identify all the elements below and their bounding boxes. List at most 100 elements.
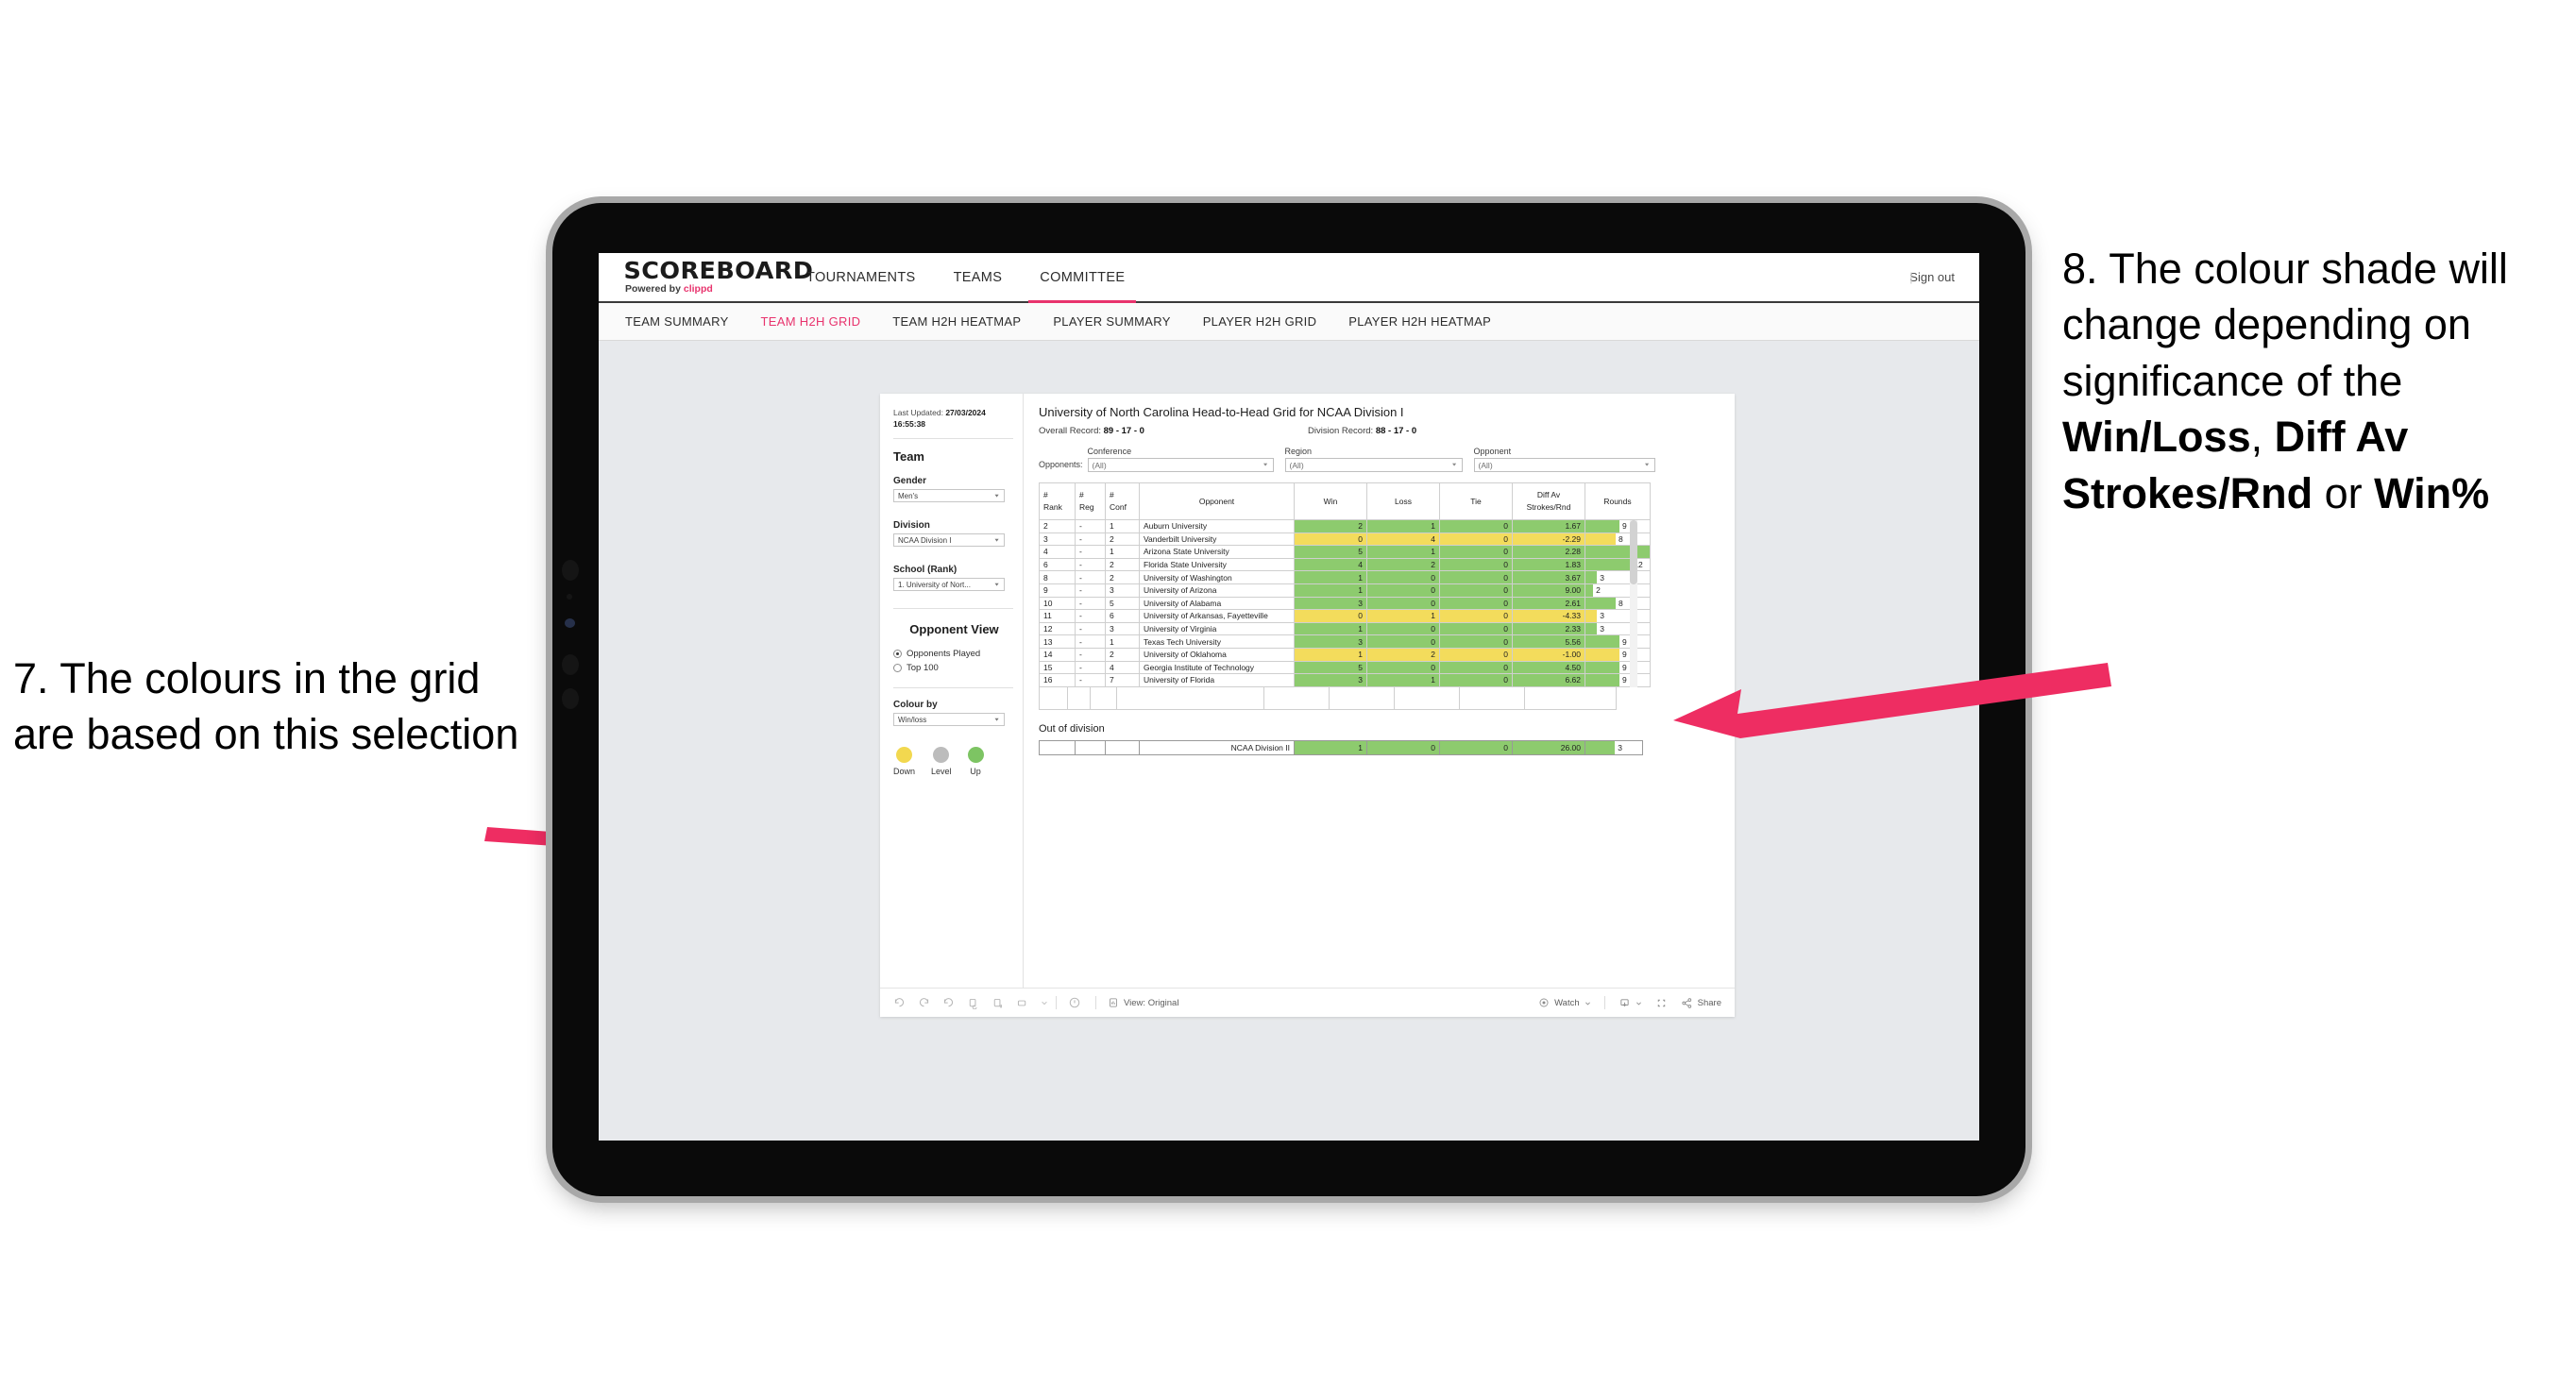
pause-icon[interactable] <box>991 997 1004 1009</box>
rounds-bar <box>1585 674 1620 686</box>
table-row[interactable]: 14-2 University of Oklahoma 1 2 0 -1.00 9 <box>1039 647 1651 662</box>
cell-rounds: 9 <box>1585 634 1651 649</box>
cell-diff: 3.67 <box>1512 570 1585 584</box>
tab-team-h2h-grid[interactable]: TEAM H2H GRID <box>761 314 861 329</box>
division-select[interactable]: NCAA Division I ▼ <box>893 533 1005 548</box>
nav-item-tournaments[interactable]: TOURNAMENTS <box>806 253 916 301</box>
cell-rounds: 17 <box>1585 545 1651 559</box>
download-icon <box>1620 998 1629 1006</box>
opponents-label: Opponents: <box>1039 460 1083 469</box>
cell-rounds: 9 <box>1585 673 1651 687</box>
scoreboard-logo[interactable]: SCOREBOARD Powered by clippd <box>623 259 812 296</box>
dashboard-sheet: Last Updated: 27/03/2024 16:55:38 Team G… <box>880 394 1735 1017</box>
watch-button[interactable]: Watch <box>1538 997 1591 1008</box>
table-row[interactable]: 16-7 University of Florida 3 1 0 6.62 9 <box>1039 673 1651 687</box>
school-rank-label: School (Rank) <box>893 565 958 576</box>
colour-by-select[interactable]: Win/loss ▼ <box>893 713 1005 727</box>
cell-diff: 2.33 <box>1512 621 1585 636</box>
device-layout-icon[interactable] <box>1016 997 1028 1009</box>
revert-icon[interactable] <box>942 997 955 1009</box>
divider <box>1603 996 1605 1009</box>
col-header-rank: # Rank <box>1039 482 1076 520</box>
table-header-row: # Rank # Reg # Conf Opponent Win Loss Ti… <box>1039 482 1651 520</box>
cell-rank: 11 <box>1039 609 1076 623</box>
cell-rounds: 9 <box>1585 660 1651 675</box>
cell-diff: 1.67 <box>1512 519 1585 533</box>
legend-label: Down <box>893 767 916 777</box>
cell-diff: 5.56 <box>1512 634 1585 649</box>
sign-out-area[interactable]: | Sign out <box>1909 270 1955 284</box>
tab-player-h2h-heatmap[interactable]: PLAYER H2H HEATMAP <box>1348 314 1491 329</box>
undo-icon[interactable] <box>893 997 906 1009</box>
table-row[interactable]: 11-6 University of Arkansas, Fayetteville… <box>1039 609 1651 623</box>
clippd-brand: clippd <box>683 283 713 296</box>
cell-rounds: 8 <box>1585 596 1651 611</box>
cell-tie: 0 <box>1439 634 1513 649</box>
record-summary: Overall Record: 89 - 17 - 0 Division Rec… <box>1039 426 1721 436</box>
cell-opponent: Georgia Institute of Technology <box>1139 660 1295 675</box>
nav-item-teams[interactable]: TEAMS <box>954 253 1003 301</box>
conference-select[interactable]: (All) ▼ <box>1087 458 1274 472</box>
cell-rounds: 9 <box>1585 519 1651 533</box>
help-icon[interactable] <box>1068 996 1081 1009</box>
table-row[interactable]: 9-3 University of Arizona 1 0 0 9.00 2 <box>1039 583 1651 598</box>
division-value: NCAA Division I <box>898 535 952 545</box>
h2h-grid-table: # Rank # Reg # Conf Opponent Win Loss Ti… <box>1039 482 1651 687</box>
table-row[interactable]: 4-1Arizona State University5102.2817 <box>1039 545 1651 559</box>
gender-label: Gender <box>893 476 927 487</box>
download-button[interactable] <box>1618 997 1642 1009</box>
table-row[interactable]: 10-5 University of Alabama 3 0 0 2.61 8 <box>1039 596 1651 611</box>
ood-opponent: NCAA Division II <box>1139 739 1295 755</box>
annotation-text: or <box>2313 468 2375 517</box>
sign-out-link[interactable]: Sign out <box>1909 270 1955 284</box>
out-of-division-title: Out of division <box>1039 722 1105 735</box>
table-row[interactable]: 3-2 Vanderbilt University 0 4 0 -2.29 8 <box>1039 532 1651 547</box>
opponent-value: (All) <box>1478 460 1493 470</box>
cell-rank: 2 <box>1039 519 1076 533</box>
rounds-value: 9 <box>1622 650 1627 660</box>
chevron-down-icon[interactable] <box>1041 999 1048 1006</box>
tab-player-summary[interactable]: PLAYER SUMMARY <box>1053 314 1170 329</box>
cell-win: 3 <box>1294 634 1367 649</box>
radio-button-icon <box>893 650 902 659</box>
radio-opponents-played[interactable]: Opponents Played <box>893 649 1023 659</box>
tab-player-h2h-grid[interactable]: PLAYER H2H GRID <box>1203 314 1317 329</box>
redo-icon[interactable] <box>918 997 930 1009</box>
cell-rank: 13 <box>1039 634 1076 649</box>
cell-opponent: University of Oklahoma <box>1139 647 1295 662</box>
table-row[interactable]: 6-2 Florida State University 4 2 0 1.83 12 <box>1039 557 1651 572</box>
logo-tagline: Powered by clippd <box>625 283 713 296</box>
opponent-select[interactable]: (All) ▼ <box>1473 458 1655 472</box>
table-row[interactable]: 12-3 University of Virginia 1 0 0 2.33 3 <box>1039 621 1651 636</box>
nav-item-committee[interactable]: COMMITTEE <box>1028 253 1137 303</box>
table-row[interactable]: 13-1 Texas Tech University 3 0 0 5.56 9 <box>1039 634 1651 649</box>
gender-select[interactable]: Men's ▼ <box>893 489 1005 503</box>
table-row[interactable]: 8-2 University of Washington 1 0 0 3.67 3 <box>1039 570 1651 584</box>
opponent-filters: Opponents: Conference (All) ▼ Region (Al… <box>1039 447 1721 472</box>
table-row[interactable]: 2-1 Auburn University 2 1 0 1.67 9 <box>1039 519 1651 533</box>
view-original-button[interactable]: View: Original <box>1108 997 1178 1008</box>
cell-opponent: Vanderbilt University <box>1139 532 1295 547</box>
chevron-down-icon <box>1585 1002 1590 1005</box>
table-body: 2-1 Auburn University 2 1 0 1.67 9 3-2 Vanderbil… <box>1039 519 1651 687</box>
table-row[interactable]: 15-4 Georgia Institute of Technology 5 0 0 4.… <box>1039 660 1651 675</box>
radio-label: Top 100 <box>907 663 939 674</box>
share-button[interactable]: Share <box>1681 997 1721 1009</box>
cell-reg: - <box>1075 673 1106 687</box>
radio-button-icon <box>893 664 902 673</box>
chevron-down-icon: ▼ <box>993 717 1000 722</box>
tab-team-summary[interactable]: TEAM SUMMARY <box>625 314 729 329</box>
table-scrollbar-thumb[interactable] <box>1630 520 1637 584</box>
school-rank-select[interactable]: 1. University of Nort... ▼ <box>893 578 1005 592</box>
region-select[interactable]: (All) ▼ <box>1284 458 1463 472</box>
refresh-icon[interactable] <box>967 997 979 1009</box>
cell-rounds: 12 <box>1585 557 1651 572</box>
divider <box>1056 996 1057 1009</box>
tab-team-h2h-heatmap[interactable]: TEAM H2H HEATMAP <box>892 314 1021 329</box>
rounds-bar <box>1585 598 1616 609</box>
camera-lens-icon <box>562 560 579 581</box>
fullscreen-button[interactable] <box>1655 997 1668 1009</box>
radio-top-100[interactable]: Top 100 <box>893 663 1023 673</box>
cell-win: 0 <box>1294 609 1367 623</box>
view-icon <box>1110 998 1117 1007</box>
